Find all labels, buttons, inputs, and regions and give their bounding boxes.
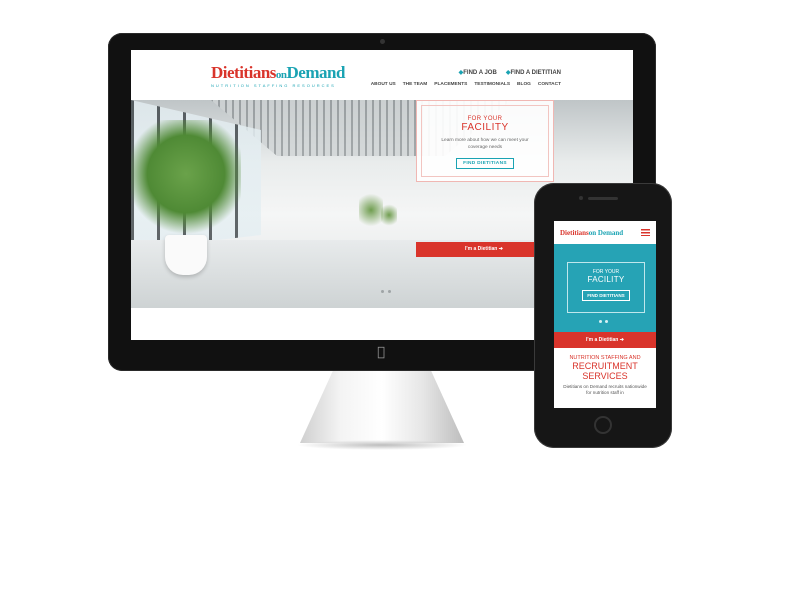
planter-image <box>165 235 207 275</box>
mobile-logo[interactable]: Dietitianson Demand <box>560 229 623 237</box>
slider-dots <box>381 290 391 293</box>
small-tree-image <box>381 202 397 228</box>
stand-shadow <box>296 440 468 450</box>
mobile-header: Dietitianson Demand <box>554 221 656 245</box>
webcam-icon <box>380 39 385 44</box>
front-camera-icon <box>579 196 583 200</box>
logo-word-demand: Demand <box>286 63 346 82</box>
desktop-header: DietitiansonDemand NUTRITION STAFFING RE… <box>131 50 633 100</box>
mobile-facility-card: FOR YOUR FACILITY FIND DIETITIANS <box>567 262 645 313</box>
speaker-grille <box>588 197 618 200</box>
nav-the-team[interactable]: THE TEAM <box>403 82 428 87</box>
apple-icon:  <box>374 346 388 360</box>
nav-placements[interactable]: PLACEMENTS <box>434 82 467 87</box>
slider-dot[interactable] <box>388 290 391 293</box>
logo-word-dietitians: Dietitians <box>211 63 276 82</box>
facility-card: FOR YOUR FACILITY Learn more about how w… <box>416 100 554 182</box>
card-line-facility: FACILITY <box>461 122 509 133</box>
hamburger-menu-icon[interactable] <box>641 229 650 236</box>
nav-testimonials[interactable]: TESTIMONIALS <box>474 82 510 87</box>
mobile-im-a-dietitian-button[interactable]: I'm a Dietitian ➔ <box>554 332 656 348</box>
desktop-logo[interactable]: DietitiansonDemand <box>211 63 345 83</box>
card-description: Learn more about how we can meet your co… <box>441 138 529 150</box>
home-button[interactable] <box>594 416 612 434</box>
logo-tagline: NUTRITION STAFFING RESOURCES <box>211 83 336 88</box>
mobile-slider-dots <box>599 320 608 323</box>
nav-blog[interactable]: BLOG <box>517 82 531 87</box>
nav-contact[interactable]: CONTACT <box>538 82 561 87</box>
nav-about-us[interactable]: ABOUT US <box>371 82 396 87</box>
find-a-job-link[interactable]: FIND A JOB <box>459 69 497 76</box>
mobile-screen: Dietitianson Demand FOR YOUR FACILITY FI… <box>554 221 656 408</box>
tree-image <box>131 120 241 240</box>
mobile-logo-word-dietitians: Dietitians <box>560 229 589 237</box>
slider-dot[interactable] <box>381 290 384 293</box>
iphone: Dietitianson Demand FOR YOUR FACILITY FI… <box>534 183 672 448</box>
services-line-3: SERVICES <box>582 371 628 381</box>
top-links: FIND A JOB FIND A DIETITIAN <box>459 69 561 76</box>
mobile-services-section: NUTRITION STAFFING AND RECRUITMENT SERVI… <box>554 349 656 396</box>
facility-card-border: FOR YOUR FACILITY Learn more about how w… <box>421 105 549 177</box>
mobile-find-dietitians-button[interactable]: FIND DIETITIANS <box>582 290 630 301</box>
main-nav: ABOUT US THE TEAM PLACEMENTS TESTIMONIAL… <box>371 82 561 87</box>
mobile-hero: FOR YOUR FACILITY FIND DIETITIANS <box>554 244 656 332</box>
services-description: Dietitians on Demand recruits nationwide… <box>563 384 647 395</box>
mobile-logo-word-on-demand: on Demand <box>588 229 624 237</box>
find-a-dietitian-link[interactable]: FIND A DIETITIAN <box>506 69 561 76</box>
slider-dot[interactable] <box>599 320 602 323</box>
mobile-card-line-facility: FACILITY <box>587 275 625 284</box>
find-dietitians-button[interactable]: FIND DIETITIANS <box>456 158 514 169</box>
logo-word-on: on <box>275 69 287 81</box>
im-a-dietitian-button[interactable]: I'm a Dietitian ➔ <box>416 242 552 257</box>
imac-stand <box>300 371 464 443</box>
slider-dot[interactable] <box>605 320 608 323</box>
services-line-2: RECRUITMENT <box>572 361 638 371</box>
small-tree-image <box>359 190 383 230</box>
